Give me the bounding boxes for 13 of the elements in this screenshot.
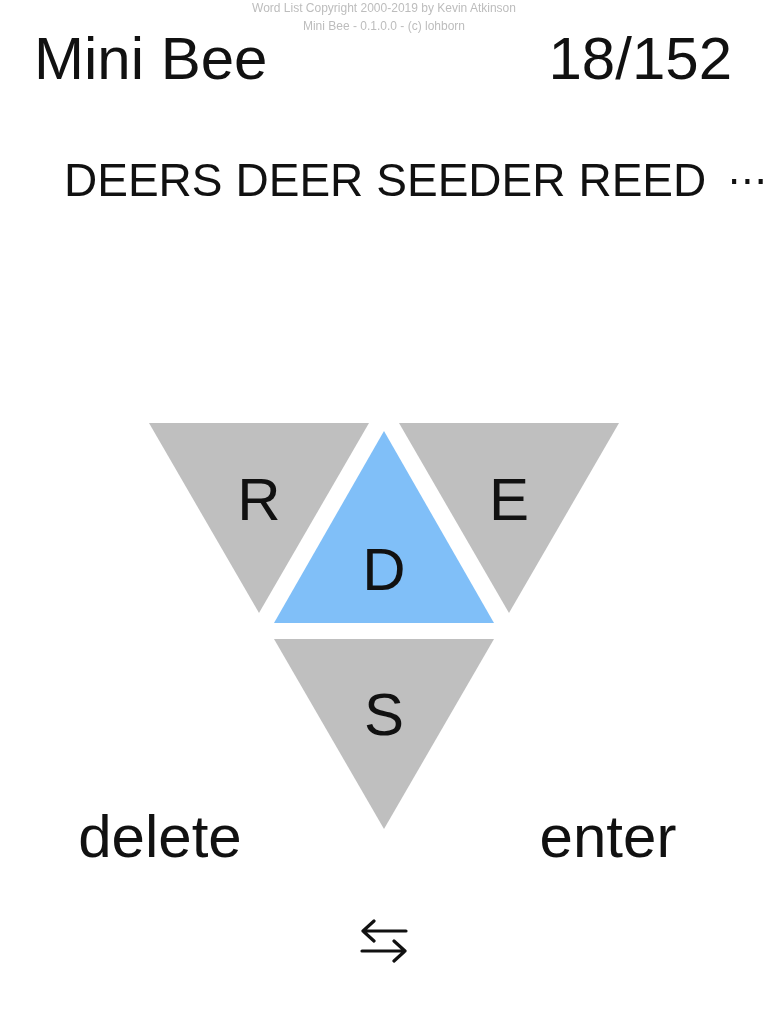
found-word: SEEDER [376, 153, 566, 208]
found-word: DEERS [64, 153, 223, 208]
app-title: Mini Bee [34, 35, 268, 83]
found-word: DEER [235, 153, 364, 208]
action-button[interactable]: delete [78, 802, 242, 872]
score-counter: 18/152 [548, 35, 732, 83]
more-words-button[interactable]: ⋯ [727, 152, 768, 208]
letter-tile[interactable]: S [274, 639, 494, 829]
credit-text: Mini Bee - 0.1.0.0 - (c) lohborn [302, 18, 466, 35]
found-word: REED [578, 153, 707, 208]
credit-text: Word List Copyright 2000-2019 by Kevin Atkinson [252, 0, 516, 17]
swap-arrows-icon[interactable] [360, 919, 408, 963]
action-button[interactable]: enter [539, 802, 677, 872]
